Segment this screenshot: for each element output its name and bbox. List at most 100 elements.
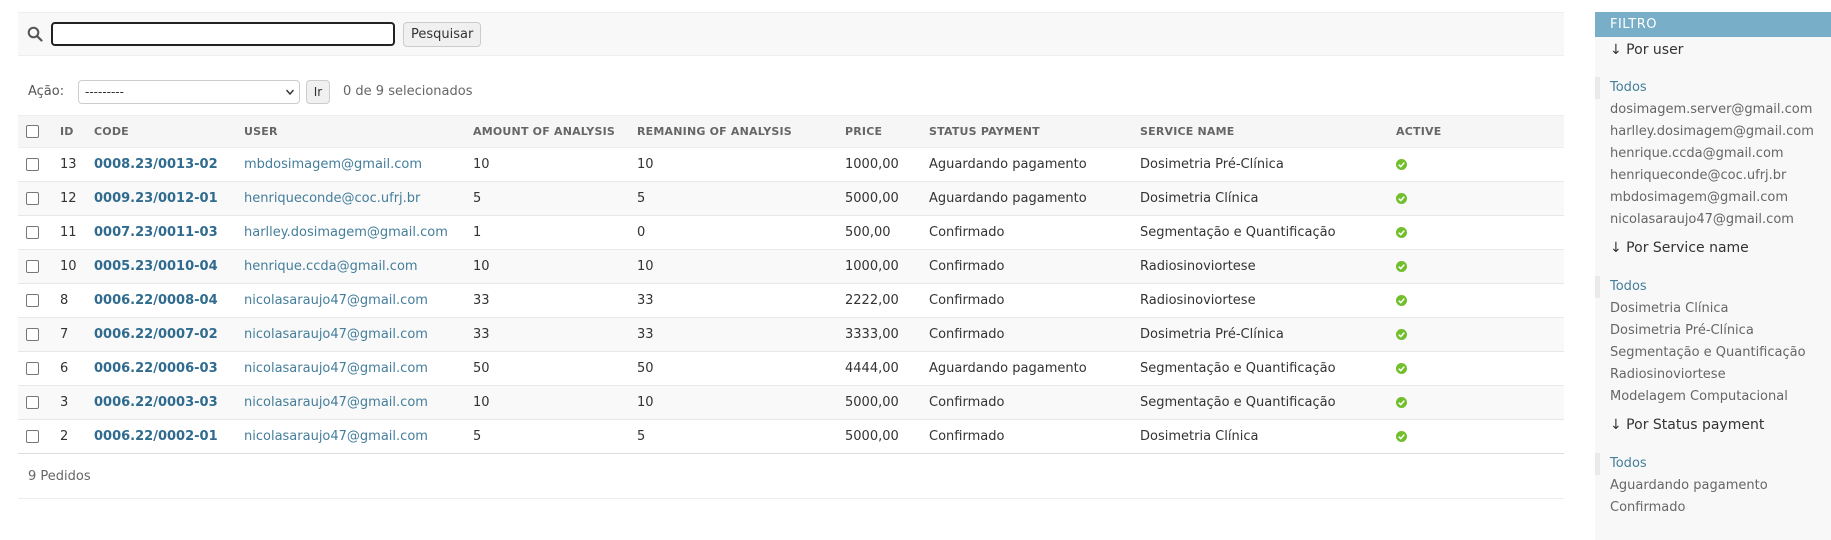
cell-status: Confirmado bbox=[921, 249, 1132, 284]
cell-code: 0005.23/0010-04 bbox=[86, 249, 236, 284]
table-row: 6 0006.22/0006-03 nicolasaraujo47@gmail.… bbox=[18, 351, 1564, 386]
column-header-amount[interactable]: AMOUNT OF ANALYSIS bbox=[465, 115, 629, 148]
code-link[interactable]: 0009.23/0012-01 bbox=[94, 191, 218, 206]
filter-option[interactable]: Radiosinoviortese bbox=[1595, 364, 1831, 386]
row-checkbox[interactable] bbox=[26, 226, 39, 239]
cell-amount: 5 bbox=[465, 181, 629, 216]
cell-user: nicolasaraujo47@gmail.com bbox=[236, 283, 465, 318]
code-link[interactable]: 0006.22/0006-03 bbox=[94, 361, 218, 376]
row-checkbox[interactable] bbox=[26, 430, 39, 443]
code-link[interactable]: 0007.23/0011-03 bbox=[94, 225, 218, 240]
go-button[interactable]: Ir bbox=[306, 80, 330, 104]
filter-option[interactable]: Dosimetria Clínica bbox=[1595, 298, 1831, 320]
actions-bar: Ação: --------- Ir 0 de 9 selecionados bbox=[18, 79, 578, 105]
filter-option[interactable]: nicolasaraujo47@gmail.com bbox=[1595, 209, 1831, 231]
user-link[interactable]: harlley.dosimagem@gmail.com bbox=[244, 225, 448, 240]
search-input[interactable] bbox=[51, 22, 395, 46]
action-select[interactable]: --------- bbox=[78, 80, 300, 104]
column-header-status[interactable]: STATUS PAYMENT bbox=[921, 115, 1132, 148]
user-link[interactable]: henrique.ccda@gmail.com bbox=[244, 259, 418, 274]
cell-service: Segmentação e Quantificação bbox=[1132, 385, 1388, 420]
user-link[interactable]: nicolasaraujo47@gmail.com bbox=[244, 429, 428, 444]
search-toolbar: Pesquisar bbox=[18, 12, 1564, 56]
filter-option[interactable]: Todos bbox=[1595, 453, 1831, 475]
table-row: 13 0008.23/0013-02 mbdosimagem@gmail.com… bbox=[18, 147, 1564, 182]
column-header-active[interactable]: ACTIVE bbox=[1388, 115, 1564, 148]
table-row: 11 0007.23/0011-03 harlley.dosimagem@gma… bbox=[18, 215, 1564, 250]
cell-code: 0006.22/0007-02 bbox=[86, 317, 236, 352]
cell-code: 0006.22/0006-03 bbox=[86, 351, 236, 386]
user-link[interactable]: nicolasaraujo47@gmail.com bbox=[244, 395, 428, 410]
cell-price: 500,00 bbox=[837, 215, 921, 250]
cell-id: 8 bbox=[52, 283, 86, 318]
filter-option[interactable]: Dosimetria Pré-Clínica bbox=[1595, 320, 1831, 342]
filter-option[interactable]: dosimagem.server@gmail.com bbox=[1595, 99, 1831, 121]
filter-option[interactable]: Todos bbox=[1595, 77, 1831, 99]
cell-remaining: 5 bbox=[629, 419, 837, 454]
user-link[interactable]: mbdosimagem@gmail.com bbox=[244, 157, 422, 172]
cell-user: nicolasaraujo47@gmail.com bbox=[236, 351, 465, 386]
user-link[interactable]: nicolasaraujo47@gmail.com bbox=[244, 327, 428, 342]
row-select-cell bbox=[18, 317, 52, 352]
code-link[interactable]: 0008.23/0013-02 bbox=[94, 157, 218, 172]
column-header-remaining[interactable]: REMANING OF ANALYSIS bbox=[629, 115, 837, 148]
table-row: 10 0005.23/0010-04 henrique.ccda@gmail.c… bbox=[18, 249, 1564, 284]
cell-active bbox=[1388, 351, 1564, 386]
filter-option[interactable]: henrique.ccda@gmail.com bbox=[1595, 143, 1831, 165]
filter-sidebar: FILTRO ↓ Por user Todos dosimagem.server… bbox=[1595, 12, 1831, 540]
column-header-id[interactable]: ID bbox=[52, 115, 86, 148]
cell-status: Aguardando pagamento bbox=[921, 181, 1132, 216]
select-all-checkbox[interactable] bbox=[26, 125, 39, 139]
filter-option[interactable]: Modelagem Computacional bbox=[1595, 386, 1831, 408]
table-row: 12 0009.23/0012-01 henriqueconde@coc.ufr… bbox=[18, 181, 1564, 216]
cell-status: Confirmado bbox=[921, 215, 1132, 250]
user-link[interactable]: henriqueconde@coc.ufrj.br bbox=[244, 191, 420, 206]
search-button[interactable]: Pesquisar bbox=[403, 22, 482, 47]
row-checkbox[interactable] bbox=[26, 260, 39, 273]
column-header-user[interactable]: USER bbox=[236, 115, 465, 148]
row-checkbox[interactable] bbox=[26, 328, 39, 341]
code-link[interactable]: 0006.22/0003-03 bbox=[94, 395, 218, 410]
paginator: 9 Pedidos bbox=[18, 454, 1564, 499]
code-link[interactable]: 0006.22/0002-01 bbox=[94, 429, 218, 444]
filter-option[interactable]: Segmentação e Quantificação bbox=[1595, 342, 1831, 364]
row-checkbox[interactable] bbox=[26, 158, 39, 171]
cell-active bbox=[1388, 317, 1564, 352]
code-link[interactable]: 0006.22/0008-04 bbox=[94, 293, 218, 308]
table-header-row: ID CODE USER AMOUNT OF ANALYSIS REMANING… bbox=[18, 115, 1564, 148]
cell-id: 10 bbox=[52, 249, 86, 284]
column-header-price[interactable]: PRICE bbox=[837, 115, 921, 148]
filter-option[interactable]: Todos bbox=[1595, 276, 1831, 298]
cell-id: 11 bbox=[52, 215, 86, 250]
filter-option[interactable]: henriqueconde@coc.ufrj.br bbox=[1595, 165, 1831, 187]
filter-option[interactable]: Confirmado bbox=[1595, 497, 1831, 519]
cell-user: nicolasaraujo47@gmail.com bbox=[236, 317, 465, 352]
code-link[interactable]: 0005.23/0010-04 bbox=[94, 259, 218, 274]
filter-list-service: Todos Dosimetria Clínica Dosimetria Pré-… bbox=[1595, 276, 1831, 408]
user-link[interactable]: nicolasaraujo47@gmail.com bbox=[244, 361, 428, 376]
cell-price: 1000,00 bbox=[837, 147, 921, 182]
row-checkbox[interactable] bbox=[26, 192, 39, 205]
cell-service: Radiosinoviortese bbox=[1132, 249, 1388, 284]
row-checkbox[interactable] bbox=[26, 396, 39, 409]
cell-remaining: 10 bbox=[629, 385, 837, 420]
filter-option[interactable]: harlley.dosimagem@gmail.com bbox=[1595, 121, 1831, 143]
check-circle-icon bbox=[1396, 329, 1407, 340]
code-link[interactable]: 0006.22/0007-02 bbox=[94, 327, 218, 342]
chevron-down-icon bbox=[286, 89, 294, 96]
cell-status: Confirmado bbox=[921, 283, 1132, 318]
row-checkbox[interactable] bbox=[26, 294, 39, 307]
column-header-service[interactable]: SERVICE NAME bbox=[1132, 115, 1388, 148]
column-header-code[interactable]: CODE bbox=[86, 115, 236, 148]
results-table: ID CODE USER AMOUNT OF ANALYSIS REMANING… bbox=[18, 115, 1564, 454]
cell-user: harlley.dosimagem@gmail.com bbox=[236, 215, 465, 250]
filter-option[interactable]: mbdosimagem@gmail.com bbox=[1595, 187, 1831, 209]
user-link[interactable]: nicolasaraujo47@gmail.com bbox=[244, 293, 428, 308]
filter-option[interactable]: Aguardando pagamento bbox=[1595, 475, 1831, 497]
row-select-cell bbox=[18, 147, 52, 182]
cell-id: 13 bbox=[52, 147, 86, 182]
paginator-count: 9 Pedidos bbox=[28, 469, 91, 484]
action-counter: 0 de 9 selecionados bbox=[343, 84, 473, 99]
select-all-header bbox=[18, 115, 52, 148]
row-checkbox[interactable] bbox=[26, 362, 39, 375]
